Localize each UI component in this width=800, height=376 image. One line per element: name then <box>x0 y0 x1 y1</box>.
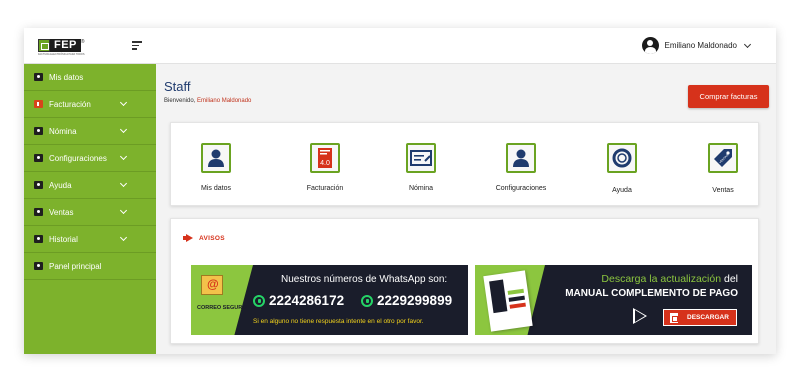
mail-icon <box>201 275 223 295</box>
quick-card-nomina[interactable]: Nómina <box>381 123 461 207</box>
correo-seguro-badge: CORREO SEGURO <box>197 305 247 311</box>
whatsapp-icon <box>361 294 373 307</box>
sidebar-item-label: Facturación <box>49 99 91 109</box>
invoice-4-0-icon: 4.0 <box>310 143 340 173</box>
whatsapp-title: Nuestros números de WhatsApp son: <box>281 274 448 285</box>
page-title: Staff <box>164 79 191 94</box>
sidebar-item-facturacion[interactable]: Facturación <box>24 91 156 118</box>
chevron-down-icon <box>119 125 128 134</box>
logo-registered-mark: ® <box>80 39 85 45</box>
quick-card-label: Nómina <box>408 185 434 192</box>
fep-logo[interactable]: FEP ® <box>38 39 85 53</box>
welcome-user: Emiliano Maldonado <box>197 98 252 104</box>
download-headline-rest: del <box>721 273 738 285</box>
welcome-text: Bienvenido, Emiliano Maldonado <box>164 98 251 104</box>
logo-mark-icon <box>38 39 50 52</box>
tag-icon <box>34 208 43 216</box>
quick-card-ayuda[interactable]: Ayuda <box>582 123 662 207</box>
whatsapp-number-2: 2229299899 <box>361 293 452 308</box>
download-headline: Descarga la actualización del <box>601 273 738 285</box>
quick-card-facturacion[interactable]: 4.0 Facturación <box>285 123 365 207</box>
user-card-icon <box>34 73 43 81</box>
dashboard-icon <box>34 262 43 270</box>
user-icon <box>201 143 231 173</box>
sidebar-item-label: Configuraciones <box>49 153 107 163</box>
logo-text: FEP <box>50 39 81 52</box>
download-button[interactable]: DESCARGAR <box>663 309 737 326</box>
quick-card-label: Ventas <box>712 187 734 194</box>
download-subheadline: MANUAL COMPLEMENTO DE PAGO <box>565 288 738 299</box>
sidebar-item-panel-principal[interactable]: Panel principal <box>24 253 156 280</box>
menu-toggle-button[interactable] <box>132 41 142 50</box>
user-name: Emiliano Maldonado <box>664 41 738 50</box>
payroll-icon <box>34 127 43 135</box>
sidebar-item-label: Historial <box>49 234 78 244</box>
user-menu[interactable]: Emiliano Maldonado <box>641 37 752 54</box>
play-arrow-icon <box>633 308 647 324</box>
quick-access-panel: Mis datos 4.0 Facturación Nómina Configu… <box>170 122 759 206</box>
quick-card-ventas[interactable]: VENTAS Ventas <box>683 123 763 207</box>
welcome-prefix: Bienvenido, <box>164 98 198 104</box>
whatsapp-note: Si en alguno no tiene respuesta intente … <box>253 318 424 325</box>
avisos-header: AVISOS <box>183 234 225 242</box>
chevron-down-icon <box>743 40 752 48</box>
invoice-badge-text: 4.0 <box>320 160 330 167</box>
avisos-title: AVISOS <box>199 234 225 242</box>
sidebar-item-historial[interactable]: Historial <box>24 226 156 253</box>
whatsapp-number-1: 2224286172 <box>253 293 344 308</box>
chevron-down-icon <box>119 233 128 242</box>
sidebar-item-ayuda[interactable]: Ayuda <box>24 172 156 199</box>
pdf-icon <box>670 312 678 323</box>
sidebar-item-label: Mis datos <box>49 72 84 82</box>
quick-card-mis-datos[interactable]: Mis datos <box>176 123 256 207</box>
sidebar-item-configuraciones[interactable]: Configuraciones <box>24 145 156 172</box>
sidebar-item-ventas[interactable]: Ventas <box>24 199 156 226</box>
whatsapp-icon <box>253 294 265 307</box>
price-tag-icon: VENTAS <box>708 143 738 173</box>
sidebar-item-nomina[interactable]: Nómina <box>24 118 156 145</box>
avisos-panel: AVISOS CORREO SEGURO Nuestros números de… <box>170 218 759 344</box>
logo-area: FEP ® FACTURA ELECTRÓNICA PARA TODOS <box>24 28 156 64</box>
quick-card-label: Mis datos <box>201 185 231 192</box>
download-manual-banner[interactable]: Descarga la actualización del MANUAL COM… <box>475 265 752 335</box>
sidebar-item-label: Nómina <box>49 126 77 136</box>
whatsapp-number-text: 2229299899 <box>377 293 453 308</box>
whatsapp-banner[interactable]: CORREO SEGURO Nuestros números de WhatsA… <box>191 265 468 335</box>
megaphone-icon <box>183 234 194 242</box>
chevron-down-icon <box>119 206 128 215</box>
quick-card-label: Configuraciones <box>495 185 547 192</box>
sidebar-item-label: Ventas <box>49 207 74 217</box>
topbar: Emiliano Maldonado <box>156 28 776 64</box>
whatsapp-number-text: 2224286172 <box>269 293 345 308</box>
history-icon <box>34 235 43 243</box>
sidebar-item-label: Ayuda <box>49 180 72 190</box>
payroll-icon <box>406 143 436 173</box>
gear-icon <box>34 154 43 162</box>
help-icon <box>34 181 43 189</box>
sidebar-item-mis-datos[interactable]: Mis datos <box>24 64 156 91</box>
user-settings-icon <box>506 143 536 173</box>
download-headline-highlight: Descarga la actualización <box>601 273 722 285</box>
app-window: FEP ® FACTURA ELECTRÓNICA PARA TODOS Mis… <box>24 28 776 354</box>
logo-tagline: FACTURA ELECTRÓNICA PARA TODOS <box>38 53 85 56</box>
sidebar: FEP ® FACTURA ELECTRÓNICA PARA TODOS Mis… <box>24 28 156 354</box>
chevron-down-icon <box>119 152 128 161</box>
quick-card-label: Ayuda <box>612 187 632 194</box>
quick-card-configuraciones[interactable]: Configuraciones <box>481 123 561 207</box>
buy-invoices-button[interactable]: Comprar facturas <box>688 85 769 108</box>
chevron-down-icon <box>119 179 128 188</box>
invoice-icon <box>34 100 43 108</box>
sidebar-item-label: Panel principal <box>49 261 102 271</box>
download-button-label: DESCARGAR <box>687 314 729 321</box>
chevron-down-icon <box>119 98 128 107</box>
quick-card-label: Facturación <box>306 185 344 192</box>
avatar-icon <box>641 37 659 54</box>
lifebuoy-icon <box>607 143 637 173</box>
manual-cover-image <box>483 270 533 332</box>
